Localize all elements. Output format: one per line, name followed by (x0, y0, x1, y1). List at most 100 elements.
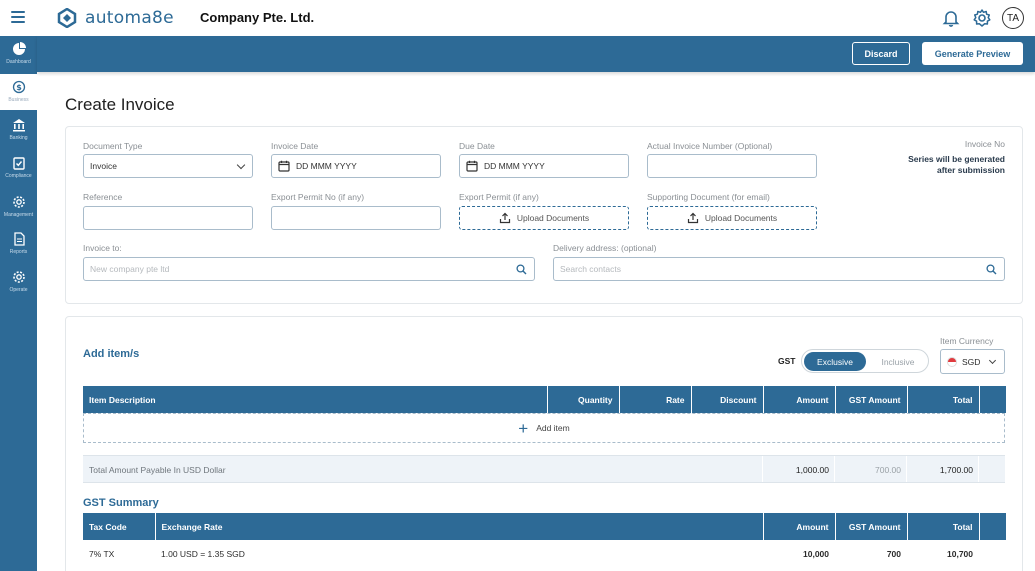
gst-inclusive-option[interactable]: Inclusive (868, 352, 928, 371)
column-header-amount: Amount (763, 513, 836, 540)
sidebar-item-dashboard[interactable]: Dashboard (0, 36, 37, 72)
brand-logo[interactable]: automa8e (57, 8, 174, 28)
sidebar-item-label: Dashboard (6, 59, 31, 65)
sidebar-item-compliance[interactable]: Compliance (0, 150, 37, 186)
add-items-title: Add item/s (83, 348, 140, 360)
total-amount-value: 1,000.00 (795, 465, 829, 475)
gear-icon[interactable] (972, 8, 992, 28)
supporting-document-upload-button[interactable]: Upload Documents (647, 206, 817, 230)
logo-icon (57, 8, 77, 28)
table-header-row: Item Description Quantity Rate Discount … (83, 386, 1006, 413)
reference-input[interactable] (83, 206, 253, 230)
sidebar-item-operate[interactable]: Operate (0, 264, 37, 300)
sidebar-item-banking[interactable]: Banking (0, 112, 37, 148)
export-permit-upload-button[interactable]: Upload Documents (459, 206, 629, 230)
column-divider (978, 456, 979, 482)
search-icon[interactable] (516, 264, 527, 275)
sidebar-item-label: Compliance (5, 173, 32, 179)
actual-invoice-number-input[interactable] (647, 154, 817, 178)
column-header-item-description: Item Description (83, 386, 548, 413)
document-type-select[interactable]: Invoice (83, 154, 253, 178)
calendar-icon (466, 160, 478, 172)
svg-text:$: $ (16, 83, 22, 92)
currency-value: SGD (962, 356, 981, 367)
upload-icon (687, 212, 698, 224)
discard-button[interactable]: Discard (852, 42, 910, 65)
delivery-address-placeholder: Search contacts (560, 264, 621, 274)
upload-label: Upload Documents (516, 213, 590, 223)
calendar-icon (278, 160, 290, 172)
invoice-date-field[interactable]: DD MMM YYYY (271, 154, 441, 178)
total-value: 1,700.00 (939, 465, 973, 475)
add-item-label: Add item (536, 423, 570, 433)
item-currency-label: Item Currency (940, 336, 994, 346)
pie-chart-icon (12, 42, 26, 55)
export-permit-no-label: Export Permit No (if any) (271, 192, 365, 202)
invoice-no-label: Invoice No (964, 139, 1005, 149)
generate-preview-button[interactable]: Generate Preview (922, 42, 1023, 65)
sidebar: Dashboard $ Business Banking Compliance … (0, 36, 37, 571)
add-item-button[interactable]: + Add item (83, 413, 1005, 443)
gst-exclusive-option[interactable]: Exclusive (804, 352, 866, 371)
column-header-tax-code: Tax Code (83, 513, 156, 540)
due-date-field[interactable]: DD MMM YYYY (459, 154, 629, 178)
delivery-address-input[interactable]: Search contacts (553, 257, 1005, 281)
column-header-total: Total (907, 386, 980, 413)
gst-summary-title: GST Summary (83, 497, 159, 509)
search-icon[interactable] (986, 264, 997, 275)
total-amount-row: Total Amount Payable In USD Dollar 1,000… (83, 455, 1005, 483)
invoice-to-input[interactable]: New company pte ltd (83, 257, 535, 281)
user-avatar[interactable]: TA (1002, 7, 1024, 29)
brand-name: automa8e (85, 8, 174, 28)
sidebar-item-business[interactable]: $ Business (0, 74, 37, 110)
invoice-to-label: Invoice to: (83, 243, 122, 253)
export-permit-no-input[interactable] (271, 206, 441, 230)
total-amount-label: Total Amount Payable In USD Dollar (89, 465, 226, 475)
clipboard-check-icon (12, 157, 25, 170)
item-currency-select[interactable]: SGD (940, 349, 1005, 374)
sidebar-item-label: Operate (9, 287, 28, 293)
column-header-actions (979, 386, 1006, 413)
gst-summary-table: Tax Code Exchange Rate Amount GST Amount… (83, 513, 1006, 567)
sidebar-item-label: Business (8, 97, 29, 103)
sidebar-item-label: Banking (9, 135, 28, 141)
document-icon (13, 232, 25, 246)
export-permit-label: Export Permit (if any) (459, 192, 539, 202)
action-bar: Discard Generate Preview (37, 36, 1035, 72)
actual-invoice-number-label: Actual Invoice Number (Optional) (647, 141, 773, 151)
sidebar-item-management[interactable]: Management (0, 189, 37, 225)
upload-label: Upload Documents (704, 213, 778, 223)
total-cell: 10,700 (947, 548, 973, 559)
table-header-row: Tax Code Exchange Rate Amount GST Amount… (83, 513, 1006, 540)
items-table: Item Description Quantity Rate Discount … (83, 386, 1006, 413)
supporting-document-label: Supporting Document (for email) (647, 192, 770, 202)
invoice-no-note-line2: after submission (936, 165, 1005, 175)
document-type-value: Invoice (90, 161, 117, 171)
sidebar-item-label: Reports (9, 249, 28, 255)
chevron-down-icon (236, 160, 246, 170)
menu-icon[interactable] (11, 11, 25, 23)
column-header-amount: Amount (763, 386, 836, 413)
tax-code-cell: 7% TX (89, 548, 115, 559)
due-date-label: Due Date (459, 141, 495, 151)
page-title: Create Invoice (65, 95, 175, 114)
table-row: 7% TX 1.00 USD = 1.35 SGD 10,000 700 10,… (83, 540, 1006, 567)
column-header-discount: Discount (691, 386, 764, 413)
bell-icon[interactable] (941, 8, 961, 28)
sidebar-item-label: Management (3, 212, 34, 218)
exchange-rate-cell: 1.00 USD = 1.35 SGD (161, 548, 245, 559)
due-date-placeholder: DD MMM YYYY (484, 161, 545, 171)
singapore-flag-icon (947, 356, 957, 367)
document-type-label: Document Type (83, 141, 143, 151)
chevron-down-icon (988, 356, 997, 365)
gear-icon (12, 271, 25, 283)
column-header-total: Total (907, 513, 980, 540)
invoice-date-placeholder: DD MMM YYYY (296, 161, 357, 171)
sidebar-item-reports[interactable]: Reports (0, 226, 37, 262)
bank-icon (12, 119, 25, 132)
gear-icon (12, 196, 25, 208)
company-name: Company Pte. Ltd. (200, 10, 315, 25)
column-header-actions (979, 513, 1006, 540)
column-header-gst-amount: GST Amount (835, 386, 908, 413)
upload-icon (499, 212, 510, 224)
